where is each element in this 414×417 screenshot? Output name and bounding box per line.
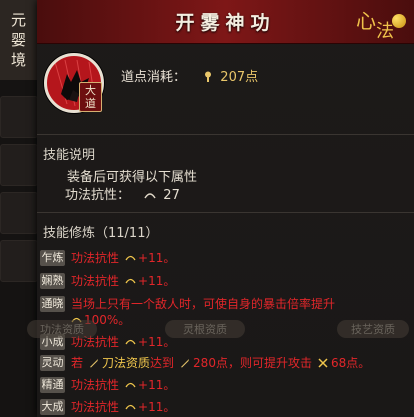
stat-row: 功法抗性： 27 bbox=[65, 184, 180, 203]
row-value: +11。 bbox=[138, 251, 176, 265]
resistance-icon bbox=[125, 404, 136, 410]
row-label: 功法抗性 bbox=[71, 251, 120, 265]
yinyang-icon bbox=[392, 14, 406, 28]
row-then: ，则可提升攻击 bbox=[227, 356, 312, 370]
row-value: +11。 bbox=[138, 378, 176, 392]
row-text: 当场上只有一个敌人时，可使自身的暴击倍率提升 bbox=[71, 297, 336, 311]
cultivation-title: 技能修炼（11/11） bbox=[43, 226, 159, 241]
cultivation-row: 灵动若 刀法资质达到 280点，则可提升攻击 68点。 bbox=[40, 355, 370, 371]
realm-char: 境 bbox=[10, 51, 26, 69]
row-amount: 68点。 bbox=[330, 356, 371, 370]
blade-icon bbox=[181, 359, 190, 368]
grade-char: 道 bbox=[85, 97, 96, 110]
divider bbox=[37, 134, 414, 135]
resistance-icon bbox=[125, 278, 136, 284]
xinfa-badge: 心 法 bbox=[354, 5, 406, 42]
cultivation-row: 大成 功法抗性 +11。 bbox=[40, 399, 175, 415]
realm-tag: 元 婴 境 bbox=[0, 0, 38, 80]
stat-label: 功法抗性： bbox=[65, 188, 131, 203]
bg-card bbox=[0, 144, 38, 186]
resistance-icon bbox=[144, 193, 156, 199]
dao-point-icon bbox=[205, 71, 212, 82]
stat-value: 27 bbox=[163, 188, 180, 203]
row-threshold: 280点 bbox=[193, 356, 228, 370]
bg-card bbox=[0, 192, 38, 234]
resistance-icon bbox=[125, 255, 136, 261]
cultivation-row: 精通 功法抗性 +11。 bbox=[40, 377, 175, 393]
grade-badge: 大 道 bbox=[79, 82, 102, 112]
description-text: 装备后可获得以下属性 bbox=[67, 170, 198, 185]
cultivation-row: 通晓 当场上只有一个敌人时，可使自身的暴击倍率提升 bbox=[40, 296, 335, 312]
panel-header: 开雾神功 心 法 bbox=[37, 0, 414, 44]
bg-card bbox=[0, 240, 38, 282]
row-reach: 达到 bbox=[150, 356, 175, 370]
row-prefix: 若 bbox=[71, 356, 84, 370]
cultivation-tag: 娴熟 bbox=[40, 273, 65, 289]
cost-row: 道点消耗： 207点 bbox=[121, 66, 258, 85]
cultivation-row: 娴熟 功法抗性 +11。 bbox=[40, 273, 175, 289]
row-value: +11。 bbox=[138, 274, 176, 288]
cost-value: 207点 bbox=[220, 70, 259, 85]
bg-tab-skill-aptitude: 功法资质 bbox=[27, 320, 97, 338]
row-attr: 刀法资质 bbox=[102, 356, 151, 370]
cultivation-tag: 大成 bbox=[40, 399, 65, 415]
row-value: +11。 bbox=[138, 400, 176, 414]
cultivation-tag: 通晓 bbox=[40, 296, 65, 312]
cultivation-tag: 灵动 bbox=[40, 355, 65, 371]
realm-char: 婴 bbox=[10, 31, 26, 49]
cultivation-tag: 精通 bbox=[40, 377, 65, 393]
bg-tab-craft-aptitude: 技艺资质 bbox=[337, 320, 409, 338]
row-label: 功法抗性 bbox=[71, 378, 120, 392]
badge-char: 心 bbox=[356, 9, 376, 33]
cultivation-row: 乍炼 功法抗性 +11。 bbox=[40, 250, 175, 266]
blade-icon bbox=[90, 359, 99, 368]
skill-detail-panel: 开雾神功 心 法 大 道 道点消耗： 207点 技能说明 装备后可获得以下属性 … bbox=[27, 0, 414, 417]
resistance-icon bbox=[125, 339, 136, 345]
crossed-swords-icon bbox=[318, 358, 328, 368]
divider bbox=[37, 212, 414, 213]
resistance-icon bbox=[125, 382, 136, 388]
description-title: 技能说明 bbox=[43, 148, 96, 163]
cost-label: 道点消耗： bbox=[121, 70, 187, 85]
bg-tab-root-aptitude: 灵根资质 bbox=[165, 320, 245, 338]
bg-card bbox=[0, 96, 38, 138]
row-label: 功法抗性 bbox=[71, 274, 120, 288]
realm-char: 元 bbox=[10, 11, 26, 29]
cultivation-tag: 乍炼 bbox=[40, 250, 65, 266]
grade-char: 大 bbox=[85, 84, 96, 97]
row-label: 功法抗性 bbox=[71, 400, 120, 414]
